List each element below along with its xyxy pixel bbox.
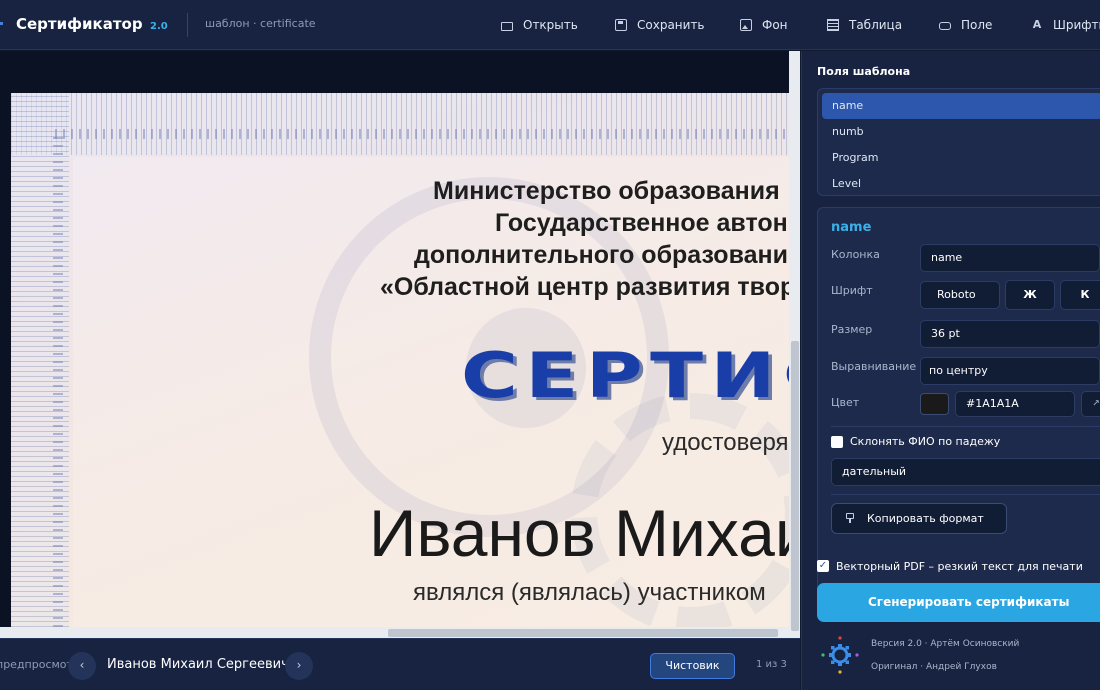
divider [831,494,1100,495]
table-button[interactable]: Таблица [827,16,902,34]
cert-certifies-text: удостоверя [662,429,789,456]
draft-toggle-button[interactable]: Чистовик [650,653,735,679]
template-label: шаблон · certificate [205,17,316,30]
preview-bar: предпросмотр ‹ Иванов Михаил Сергеевич ›… [0,638,800,690]
certificate-border-pattern-top [55,129,789,139]
cert-org-line-2: дополнительного образовани [414,241,788,269]
save-icon [615,19,627,31]
size-input[interactable]: 36 pt [920,320,1100,348]
italic-button[interactable]: К [1060,280,1100,310]
generate-certificates-button[interactable]: Сгенерировать сертификаты [817,583,1100,622]
cert-recipient-name[interactable]: Иванов Михаи [369,495,789,571]
field-item-program[interactable]: Program [818,145,1100,171]
properties-title: name [831,220,872,235]
font-select[interactable]: Roboto [920,281,1000,309]
toolbar-divider [187,13,188,37]
case-select[interactable]: дательный [831,458,1100,486]
certificate-border-pattern-left [53,137,63,627]
certificate-preview[interactable]: Министерство образования Государственное… [11,93,789,627]
app-title: Сертификатор [16,15,143,33]
template-fields-list: name numb Program Level [817,88,1100,196]
cert-title: СЕРТИФ [461,339,789,412]
fonts-button[interactable]: A Шрифты [1031,16,1100,34]
folder-icon [501,21,513,31]
save-button[interactable]: Сохранить [615,16,705,34]
bold-button[interactable]: Ж [1005,280,1055,310]
open-button[interactable]: Открыть [501,16,578,34]
font-label: Шрифт [831,284,873,297]
save-label: Сохранить [637,18,705,32]
color-hex-input[interactable]: #1A1A1A [955,391,1075,417]
vertical-scroll-thumb[interactable] [791,341,799,631]
cert-participation-text: являлся (являлась) участником [413,579,766,606]
horizontal-scroll-thumb[interactable] [388,629,778,637]
field-icon [939,22,951,30]
vector-pdf-checkbox[interactable]: ✓ [817,560,829,572]
gear-logo-icon [821,636,859,674]
credits-version: Версия 2.0 · Артём Осиновский [871,639,1020,649]
cert-ministry-line: Министерство образования [433,177,780,205]
field-item-level[interactable]: Level [818,171,1100,195]
app-version: 2.0 [150,21,168,32]
certificate-border-top [11,93,789,155]
prev-record-button[interactable]: ‹ [68,652,96,680]
field-button[interactable]: Поле [939,16,992,34]
top-toolbar: Сертификатор 2.0 шаблон · certificate От… [0,0,1100,50]
align-label: Выравнивание [831,360,917,373]
copy-format-button[interactable]: Копировать формат [831,503,1007,534]
image-icon [740,19,752,31]
decline-name-label: Склонять ФИО по падежу [850,435,1001,448]
cert-org-line-1: Государственное автон [495,209,788,237]
color-label: Цвет [831,396,860,409]
canvas-area[interactable]: Министерство образования Государственное… [0,51,800,638]
record-counter: 1 из 3 [756,659,787,670]
background-button[interactable]: Фон [740,16,788,34]
color-picker-button[interactable]: ↗ [1081,391,1100,417]
credits-original: Оригинал · Андрей Глухов [871,662,997,672]
open-label: Открыть [523,18,578,32]
field-item-numb[interactable]: numb [818,119,1100,145]
vector-pdf-label: Векторный PDF – резкий текст для печати [836,560,1083,573]
preview-record-name: Иванов Михаил Сергеевич [107,657,289,672]
divider [831,426,1100,427]
color-swatch[interactable] [920,393,949,415]
column-label: Колонка [831,248,880,261]
table-label: Таблица [849,18,903,32]
column-select[interactable]: name [920,244,1100,272]
properties-panel: Поля шаблона name numb Program Level nam… [801,51,1100,690]
background-label: Фон [762,18,788,32]
paint-roller-icon [846,513,854,523]
font-icon: A [1032,18,1042,31]
decline-name-checkbox[interactable] [831,436,843,448]
fonts-label: Шрифты [1053,18,1100,32]
table-icon [827,19,839,31]
field-item-name[interactable]: name [822,93,1100,119]
field-label: Поле [961,18,993,32]
align-select[interactable]: по центру [920,357,1100,385]
copy-format-label: Копировать формат [867,512,984,525]
fields-title: Поля шаблона [817,65,911,78]
size-label: Размер [831,323,873,336]
cert-org-line-3: «Областной центр развития твор [380,273,789,301]
field-properties: name Колонка name Шрифт Roboto Ж К Разме… [817,207,1100,596]
logo-icon [0,22,3,25]
next-record-button[interactable]: › [285,652,313,680]
